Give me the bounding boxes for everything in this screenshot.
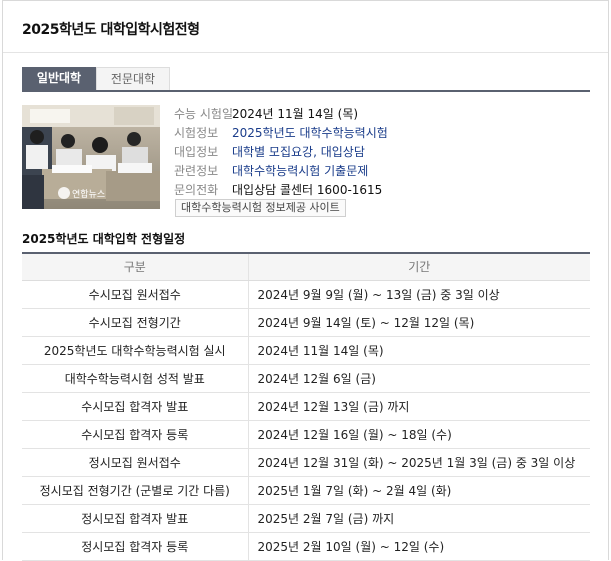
- table-row: 수시모집 합격자 등록 2024년 12월 16일 (월) ~ 18일 (수): [22, 420, 590, 449]
- column-header-category: 구분: [22, 253, 249, 281]
- table-row: 수시모집 원서접수 2024년 9월 9일 (월) ~ 13일 (금) 중 3일 …: [22, 280, 590, 309]
- row-period: 2025년 1월 7일 (화) ~ 2월 4일 (화): [248, 476, 590, 505]
- row-category: 정시모집 전형기간 (군별로 기간 다름): [22, 476, 249, 505]
- classroom-photo-image: 연합뉴스: [22, 105, 160, 209]
- row-period: 2025년 2월 7일 (금) 까지: [248, 504, 590, 533]
- row-period: 2024년 11월 14일 (목): [248, 336, 590, 365]
- info-row-admission-info: 대입정보 대학별 모집요강, 대입상담: [174, 143, 594, 162]
- card-title: 2025학년도 대학입학시험전형: [3, 1, 608, 53]
- table-row: 정시모집 합격자 발표 2025년 2월 7일 (금) 까지: [22, 504, 590, 533]
- table-row: 2025학년도 대학수학능력시험 실시 2024년 11월 14일 (목): [22, 336, 590, 365]
- row-period: 2025년 2월 10일 (월) ~ 12일 (수): [248, 532, 590, 561]
- tab-junior-college[interactable]: 전문대학: [96, 67, 170, 90]
- row-period: 2024년 12월 31일 (화) ~ 2025년 1월 3일 (금) 중 3일…: [248, 448, 590, 477]
- info-key: 대입정보: [174, 145, 219, 159]
- row-period: 2024년 9월 9일 (월) ~ 13일 (금) 중 3일 이상: [248, 280, 590, 309]
- exam-schedule-card: 2025학년도 대학입학시험전형 일반대학 전문대학 연합뉴스 수능 시험일20…: [2, 0, 609, 561]
- table-row: 수시모집 전형기간 2024년 9월 14일 (토) ~ 12월 12일 (목): [22, 308, 590, 337]
- schedule-table: 구분 기간 수시모집 원서접수 2024년 9월 9일 (월) ~ 13일 (금)…: [22, 252, 590, 561]
- info-row-contact: 문의전화 대입상담 콜센터 1600-1615: [174, 181, 594, 200]
- info-key: 수능 시험일: [174, 107, 234, 121]
- info-key: 관련정보: [174, 164, 219, 178]
- row-category: 수시모집 합격자 발표: [22, 392, 249, 421]
- schedule-header-row: 구분 기간: [22, 253, 590, 281]
- exam-info-site-button[interactable]: 대학수학능력시험 정보제공 사이트: [175, 199, 346, 217]
- row-category: 정시모집 합격자 발표: [22, 504, 249, 533]
- info-row-exam-date: 수능 시험일2024년 11월 14일 (목): [174, 105, 594, 124]
- info-key: 문의전화: [174, 183, 219, 197]
- table-row: 수시모집 합격자 발표 2024년 12월 13일 (금) 까지: [22, 392, 590, 421]
- row-category: 수시모집 원서접수: [22, 280, 249, 309]
- row-period: 2024년 9월 14일 (토) ~ 12월 12일 (목): [248, 308, 590, 337]
- info-row-exam-info: 시험정보 2025학년도 대학수학능력시험: [174, 124, 594, 143]
- tab-general-university[interactable]: 일반대학: [22, 67, 96, 90]
- table-row: 대학수학능력시험 성적 발표 2024년 12월 6일 (금): [22, 364, 590, 393]
- tab-bar: 일반대학 전문대학: [22, 67, 590, 92]
- exam-date-value: 2024년 11월 14일 (목): [232, 107, 359, 121]
- info-row-related-info: 관련정보 대학수학능력시험 기출문제: [174, 162, 594, 181]
- row-category: 수시모집 합격자 등록: [22, 420, 249, 449]
- table-row: 정시모집 전형기간 (군별로 기간 다름) 2025년 1월 7일 (화) ~ 2…: [22, 476, 590, 505]
- exam-photo[interactable]: 연합뉴스: [22, 105, 160, 209]
- exam-info-list: 수능 시험일2024년 11월 14일 (목) 시험정보 2025학년도 대학수학…: [174, 105, 594, 200]
- exam-info-link[interactable]: 2025학년도 대학수학능력시험: [232, 126, 388, 140]
- row-category: 2025학년도 대학수학능력시험 실시: [22, 336, 249, 365]
- row-category: 대학수학능력시험 성적 발표: [22, 364, 249, 393]
- past-exams-link[interactable]: 대학수학능력시험 기출문제: [232, 164, 368, 178]
- row-period: 2024년 12월 13일 (금) 까지: [248, 392, 590, 421]
- row-period: 2024년 12월 6일 (금): [248, 364, 590, 393]
- info-key: 시험정보: [174, 126, 219, 140]
- admission-info-link[interactable]: 대학별 모집요강, 대입상담: [232, 145, 365, 159]
- row-category: 정시모집 원서접수: [22, 448, 249, 477]
- contact-phone-value: 대입상담 콜센터 1600-1615: [232, 183, 383, 197]
- column-header-period: 기간: [248, 253, 590, 281]
- table-row: 정시모집 합격자 등록 2025년 2월 10일 (월) ~ 12일 (수): [22, 532, 590, 561]
- row-category: 수시모집 전형기간: [22, 308, 249, 337]
- row-period: 2024년 12월 16일 (월) ~ 18일 (수): [248, 420, 590, 449]
- schedule-title: 2025학년도 대학입학 전형일정: [22, 232, 186, 246]
- table-row: 정시모집 원서접수 2024년 12월 31일 (화) ~ 2025년 1월 3일…: [22, 448, 590, 477]
- row-category: 정시모집 합격자 등록: [22, 532, 249, 561]
- photo-watermark: 연합뉴스: [72, 189, 105, 200]
